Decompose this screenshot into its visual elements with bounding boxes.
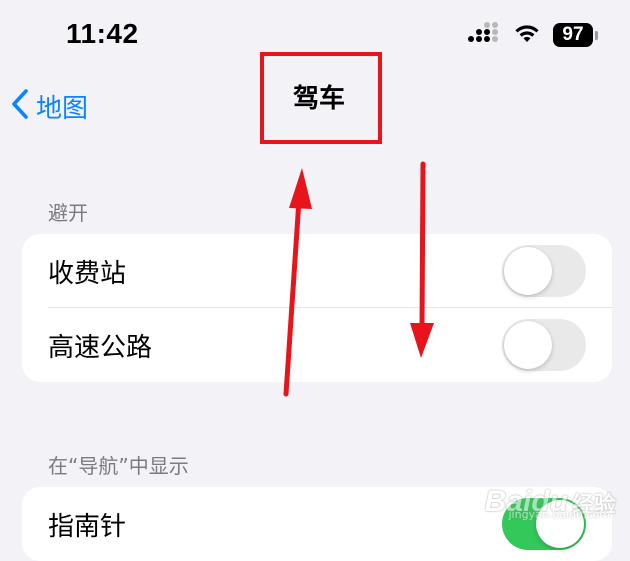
row-label-tolls: 收费站 bbox=[48, 258, 127, 289]
back-button[interactable]: 地图 bbox=[10, 84, 88, 128]
battery-cap bbox=[595, 30, 598, 40]
settings-group-show-in-navigation: 指南针 bbox=[22, 487, 612, 561]
section-header-show-in-navigation: 在“导航”中显示 bbox=[48, 454, 189, 478]
settings-row-tolls: 收费站 bbox=[22, 234, 612, 308]
back-button-label: 地图 bbox=[36, 93, 89, 124]
chevron-left-icon bbox=[10, 88, 30, 124]
row-label-highways: 高速公路 bbox=[48, 332, 153, 363]
toggle-knob bbox=[504, 247, 552, 295]
status-time: 11:42 bbox=[66, 18, 139, 49]
settings-group-avoid: 收费站 高速公路 bbox=[22, 234, 612, 382]
settings-row-highways: 高速公路 bbox=[22, 308, 612, 382]
toggle-knob bbox=[504, 321, 552, 369]
battery-level: 97 bbox=[553, 23, 593, 47]
highways-toggle[interactable] bbox=[502, 319, 586, 371]
page-title: 驾车 bbox=[292, 83, 345, 114]
compass-toggle[interactable] bbox=[502, 498, 586, 550]
section-header-avoid: 避开 bbox=[48, 201, 88, 225]
toggle-knob bbox=[536, 500, 584, 548]
cellular-signal-icon bbox=[467, 22, 501, 48]
row-label-compass: 指南针 bbox=[48, 511, 127, 542]
settings-row-compass: 指南针 bbox=[22, 487, 612, 561]
battery-icon: 97 bbox=[553, 23, 598, 47]
wifi-icon bbox=[513, 22, 541, 48]
tolls-toggle[interactable] bbox=[502, 245, 586, 297]
status-icons: 97 bbox=[467, 22, 598, 48]
